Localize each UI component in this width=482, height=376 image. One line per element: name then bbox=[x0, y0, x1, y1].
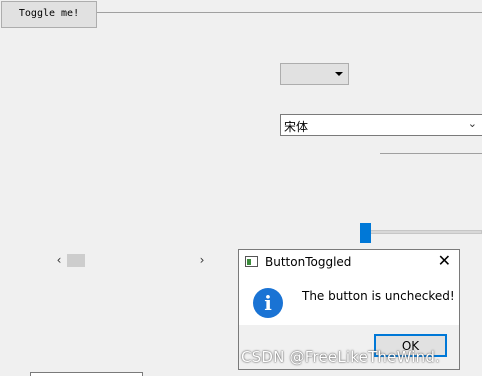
dialog-title: ButtonToggled bbox=[265, 255, 352, 269]
dropdown-arrow-icon bbox=[335, 72, 343, 76]
information-icon: i bbox=[253, 288, 283, 318]
bottom-input-box[interactable] bbox=[30, 372, 143, 376]
dialog-titlebar: ButtonToggled ✕ bbox=[239, 250, 459, 276]
slider-track[interactable] bbox=[370, 230, 482, 234]
font-combobox[interactable]: 宋体 ⌄ bbox=[280, 114, 482, 136]
chevron-down-icon: ⌄ bbox=[467, 117, 477, 130]
scrollbar-track[interactable] bbox=[85, 254, 195, 267]
empty-combobox[interactable] bbox=[280, 63, 349, 85]
close-icon[interactable]: ✕ bbox=[438, 253, 451, 269]
top-separator-line bbox=[97, 12, 482, 13]
horizontal-separator-line bbox=[380, 153, 482, 154]
dialog-body: i The button is unchecked! bbox=[239, 276, 459, 325]
app-window-icon bbox=[245, 256, 258, 267]
watermark: CSDN @FreeLikeTheWind. bbox=[241, 348, 441, 366]
scroll-right-arrow-icon[interactable]: › bbox=[196, 254, 208, 266]
toggle-me-button[interactable]: Toggle me! bbox=[1, 1, 97, 28]
scroll-left-arrow-icon[interactable]: ‹ bbox=[53, 254, 65, 266]
slider-handle[interactable] bbox=[360, 223, 371, 243]
font-combobox-value: 宋体 bbox=[284, 120, 309, 134]
dialog-message: The button is unchecked! bbox=[302, 289, 455, 303]
scrollbar-thumb[interactable] bbox=[67, 254, 85, 267]
